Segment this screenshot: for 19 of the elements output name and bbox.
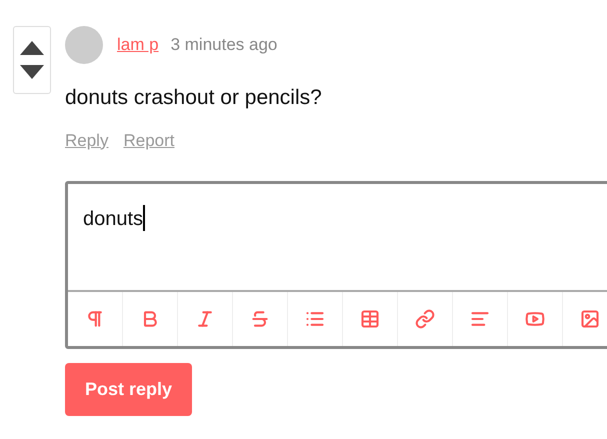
link-icon <box>415 309 435 329</box>
timestamp: 3 minutes ago <box>170 34 278 56</box>
upvote-arrow-icon[interactable] <box>20 41 44 55</box>
report-link[interactable]: Report <box>123 128 174 153</box>
list-icon <box>305 309 325 329</box>
downvote-arrow-icon[interactable] <box>20 65 44 79</box>
input-field[interactable]: donuts <box>68 184 607 292</box>
strikethrough-icon <box>250 309 270 329</box>
italic-icon <box>195 309 215 329</box>
paragraph-icon <box>85 309 105 329</box>
reply-link[interactable]: Reply <box>65 128 108 153</box>
author-link[interactable]: lam p <box>117 32 159 58</box>
post-reply-button[interactable]: Post reply <box>65 363 192 416</box>
align-left-icon <box>470 309 490 329</box>
table-icon <box>360 309 380 329</box>
avatar <box>65 26 103 64</box>
image-icon <box>580 309 600 329</box>
comment-text: donuts crashout or pencils? <box>65 85 322 111</box>
video-icon <box>525 309 545 329</box>
